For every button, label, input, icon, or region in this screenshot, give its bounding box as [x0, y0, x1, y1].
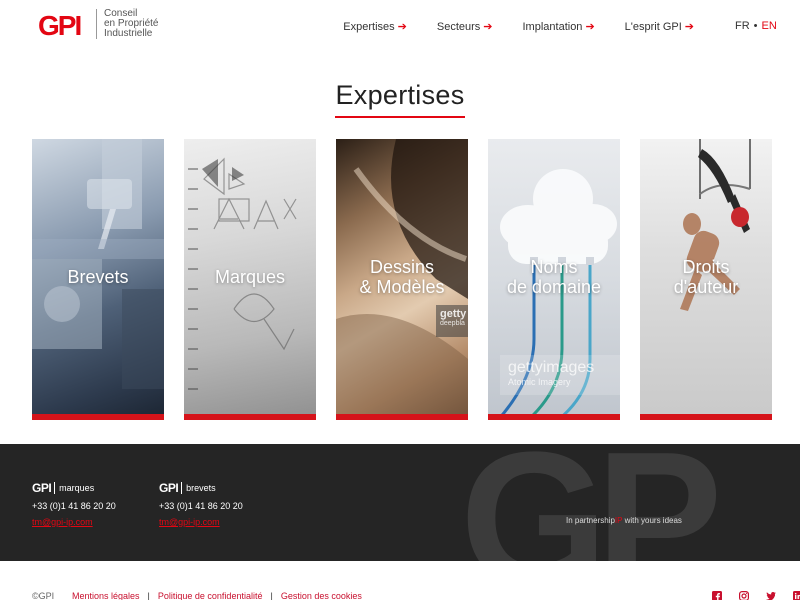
card-droits-auteur[interactable]: Droits d'auteur — [640, 139, 772, 420]
partnership-tagline: In partnershipIP with yours ideas — [566, 516, 682, 525]
lang-fr[interactable]: FR — [735, 20, 750, 32]
legal-separator: | — [270, 591, 273, 600]
contact-marques-brand: GPI marques — [32, 481, 116, 495]
contact-brevets-phone[interactable]: +33 (0)1 41 86 20 20 — [159, 501, 243, 511]
card-brevets-label: Brevets — [32, 267, 164, 287]
svg-text:GP: GP — [460, 444, 717, 561]
gettyimages-watermark-credit: Atomic Imagery — [508, 377, 571, 387]
arrow-right-icon: ➔ — [684, 21, 694, 33]
card-noms-accent-bar — [488, 414, 620, 420]
contact-marques: GPI marques +33 (0)1 41 86 20 20 tm@gpi-… — [32, 481, 116, 527]
partnership-text-before: In partnership — [566, 516, 615, 525]
instagram-icon[interactable] — [739, 591, 749, 600]
gpi-watermark-logo: GP — [460, 444, 729, 561]
footer-contact-band: GP — [0, 444, 800, 561]
linkedin-icon[interactable] — [793, 591, 800, 600]
getty-watermark-credit: deepbla — [440, 320, 465, 327]
getty-watermark-brand: getty — [440, 308, 467, 320]
nav-expertises[interactable]: Expertises ➔ — [343, 20, 407, 34]
contact-brevets: GPI brevets +33 (0)1 41 86 20 20 tm@gpi-… — [159, 481, 243, 527]
copyright: ©GPI — [32, 591, 55, 600]
nav-secteurs[interactable]: Secteurs ➔ — [436, 20, 493, 34]
nav-esprit-gpi[interactable]: L'esprit GPI ➔ — [624, 20, 694, 34]
card-dessins-line1: Dessins — [369, 257, 435, 277]
social-links — [712, 591, 800, 600]
card-droits-label: Droits d'auteur — [640, 257, 772, 297]
card-droits-accent-bar — [640, 414, 772, 420]
gettyimages-watermark-brand: gettyimages — [508, 359, 595, 376]
main-nav: Expertises ➔ Secteurs ➔ Implantation ➔ L… — [313, 20, 694, 34]
card-brevets-accent-bar — [32, 414, 164, 420]
card-dessins-label: Dessins & Modèles — [336, 257, 468, 297]
card-dessins-accent-bar — [336, 414, 468, 420]
nav-implantation-label: Implantation — [522, 20, 583, 33]
legal-separator: | — [147, 591, 150, 600]
card-droits-line1: Droits — [682, 257, 730, 277]
legal-privacy-link[interactable]: Politique de confidentialité — [158, 591, 263, 600]
logo-tagline-line3: Industrielle — [104, 28, 153, 39]
card-marques[interactable]: Marques — [184, 139, 316, 420]
logo-tagline: Conseil en Propriété Industrielle — [104, 9, 174, 39]
card-marques-line1: Marques — [214, 267, 286, 287]
nav-implantation[interactable]: Implantation ➔ — [522, 20, 595, 34]
card-marques-label: Marques — [184, 267, 316, 287]
arrow-right-icon: ➔ — [585, 21, 595, 33]
card-noms-line1: Noms — [530, 257, 578, 277]
page-title: Expertises — [335, 80, 465, 118]
card-noms-domaine[interactable]: Noms de domaine gettyimages Atomic Image… — [488, 139, 620, 420]
card-noms-line2: de domaine — [506, 277, 602, 297]
contact-marques-division: marques — [59, 483, 95, 493]
arrow-right-icon: ➔ — [397, 21, 407, 33]
expertise-cards: Brevets Marques Dessins & Modèles getty … — [32, 139, 800, 420]
card-droits-line2: d'auteur — [673, 277, 739, 297]
brand-divider — [54, 482, 56, 494]
card-dessins-line2: & Modèles — [359, 277, 445, 297]
card-dessins-modeles[interactable]: Dessins & Modèles getty deepbla — [336, 139, 468, 420]
lang-separator: • — [753, 20, 758, 32]
arrow-right-icon: ➔ — [483, 21, 493, 33]
contact-brevets-brand: GPI brevets — [159, 481, 243, 495]
nav-expertises-label: Expertises — [343, 20, 395, 33]
card-brevets-line1: Brevets — [67, 267, 129, 287]
contact-marques-mark: GPI — [32, 481, 52, 495]
contact-marques-phone[interactable]: +33 (0)1 41 86 20 20 — [32, 501, 116, 511]
site-header: GPI Conseil en Propriété Industrielle Ex… — [0, 0, 800, 54]
nav-secteurs-label: Secteurs — [436, 20, 481, 33]
svg-text:GPI: GPI — [38, 10, 80, 39]
contact-brevets-division: brevets — [186, 483, 216, 493]
card-brevets[interactable]: Brevets — [32, 139, 164, 420]
card-marques-accent-bar — [184, 414, 316, 420]
logo-divider — [96, 9, 97, 39]
lang-en[interactable]: EN — [762, 20, 777, 32]
twitter-icon[interactable] — [766, 591, 776, 600]
language-switcher: FR • EN — [735, 20, 777, 32]
legal-mentions-link[interactable]: Mentions légales — [72, 591, 140, 600]
getty-watermark: getty deepbla — [436, 305, 468, 337]
section-title-wrap: Expertises — [0, 80, 800, 118]
contact-brevets-email[interactable]: tm@gpi-ip.com — [159, 517, 243, 527]
legal-links: Mentions légales | Politique de confiden… — [72, 591, 362, 600]
brand-divider — [181, 482, 183, 494]
contact-brevets-mark: GPI — [159, 481, 179, 495]
logo[interactable]: GPI Conseil en Propriété Industrielle — [38, 9, 174, 39]
gettyimages-watermark: gettyimages Atomic Imagery — [500, 355, 620, 395]
contact-marques-email[interactable]: tm@gpi-ip.com — [32, 517, 116, 527]
facebook-icon[interactable] — [712, 591, 722, 600]
partnership-text-after: with yours ideas — [622, 516, 682, 525]
legal-cookies-link[interactable]: Gestion des cookies — [281, 591, 362, 600]
card-noms-label: Noms de domaine — [488, 257, 620, 297]
gpi-logo-mark: GPI — [38, 9, 90, 39]
nav-esprit-gpi-label: L'esprit GPI — [624, 20, 682, 33]
